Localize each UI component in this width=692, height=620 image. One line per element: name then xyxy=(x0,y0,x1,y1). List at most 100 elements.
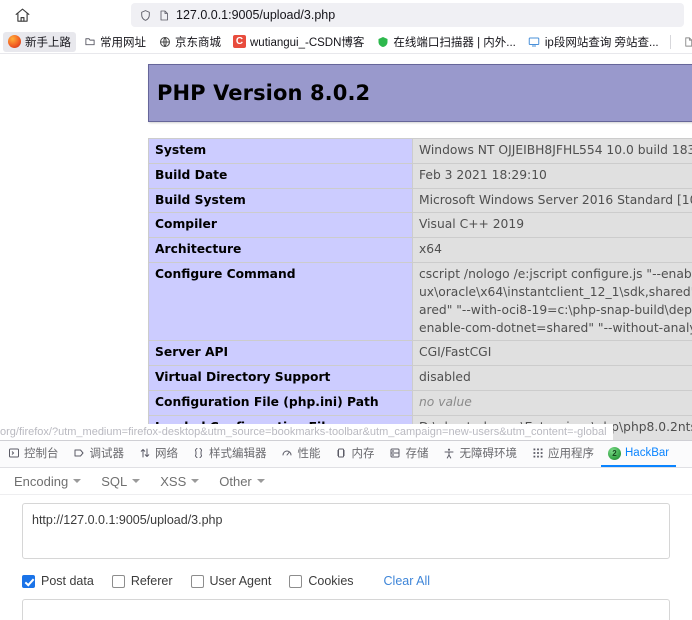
devtools-tab-console[interactable]: 控制台 xyxy=(0,441,66,467)
chevron-down-icon xyxy=(191,479,200,484)
php-version-banner: PHP Version 8.0.2 xyxy=(148,64,692,122)
hackbar-menu-label: Other xyxy=(219,473,252,489)
hackbar-option-label: Referer xyxy=(130,574,173,588)
bookmarks-toolbar: 新手上路 常用网址 京东商城 C wutiangui_-CSDN博客 在线端口扫… xyxy=(0,30,692,54)
bookmark-item-0[interactable]: 新手上路 xyxy=(3,31,76,52)
hackbar-url-row xyxy=(0,495,692,564)
table-cell-key: Build Date xyxy=(148,162,413,189)
bookmark-item-2[interactable]: 京东商城 xyxy=(153,32,226,52)
php-version-title: PHP Version 8.0.2 xyxy=(157,81,371,105)
bookmark-item-6[interactable]: 同IP网站查询,C段 xyxy=(677,32,692,52)
table-cell-value: no value xyxy=(412,390,692,416)
hackbar-option-post-data[interactable]: Post data xyxy=(22,574,94,588)
hackbar-menu-encoding[interactable]: Encoding xyxy=(4,470,91,493)
hackbar-options-row: Post data Referer User Agent Cookies Clear A… xyxy=(0,564,692,588)
performance-icon xyxy=(281,447,294,460)
hackbar-menu-label: XSS xyxy=(160,473,187,489)
bookmark-item-5[interactable]: ip段网站查询 旁站查... xyxy=(523,32,664,52)
shield-green-icon xyxy=(376,35,389,48)
browser-chrome: 127.0.0.1:9005/upload/3.php 新手上路 常用网址 京东… xyxy=(0,0,692,54)
table-cell-value: cscript /nologo /e:jscript configure.js … xyxy=(412,262,692,342)
hackbar-option-cookies[interactable]: Cookies xyxy=(289,574,354,588)
bookmark-item-1[interactable]: 常用网址 xyxy=(78,32,151,52)
hackbar-menu-other[interactable]: Other xyxy=(209,470,275,493)
memory-icon xyxy=(335,447,348,460)
hackbar-menu-sql[interactable]: SQL xyxy=(91,470,150,493)
hackbar-postdata-input[interactable] xyxy=(22,599,670,620)
phpinfo-table: System Windows NT OJJEIBH8JFHL554 10.0 bu… xyxy=(148,138,692,440)
devtools-tab-network[interactable]: 网络 xyxy=(131,441,185,467)
hackbar-postdata-row xyxy=(0,588,692,620)
table-cell-value: Windows NT OJJEIBH8JFHL554 10.0 build 18… xyxy=(412,138,692,164)
checkbox[interactable] xyxy=(190,574,204,588)
table-cell-key: System xyxy=(148,138,413,164)
document-icon xyxy=(682,35,692,48)
network-icon xyxy=(138,447,151,460)
devtools-tab-label: 控制台 xyxy=(24,448,59,461)
table-cell-key: Architecture xyxy=(148,237,413,264)
shield-icon[interactable] xyxy=(139,9,152,22)
bookmark-separator xyxy=(669,34,671,49)
address-bar[interactable]: 127.0.0.1:9005/upload/3.php xyxy=(131,3,684,27)
debugger-icon xyxy=(73,447,86,460)
checkbox[interactable] xyxy=(22,574,35,588)
devtools-tab-label: 网络 xyxy=(155,448,178,461)
hackbar-option-user-agent[interactable]: User Agent xyxy=(190,574,272,588)
table-row: Configure Command cscript /nologo /e:jscr… xyxy=(148,262,692,342)
table-cell-value: Visual C++ 2019 xyxy=(412,212,692,239)
devtools-tab-label: 性能 xyxy=(297,448,321,461)
devtools-tab-label: HackBar xyxy=(625,447,670,460)
hackbar-icon xyxy=(608,446,621,460)
devtools-tab-hackbar[interactable]: HackBar xyxy=(601,441,677,468)
checkbox[interactable] xyxy=(289,574,303,588)
checkbox[interactable] xyxy=(111,574,125,588)
page-icon[interactable] xyxy=(158,9,170,22)
hackbar-url-input[interactable] xyxy=(22,503,670,559)
accessibility-icon xyxy=(443,447,456,460)
table-cell-key: Build System xyxy=(148,187,413,214)
hackbar-menu-label: Encoding xyxy=(14,473,69,489)
table-cell-value: Feb 3 2021 18:29:10 xyxy=(412,162,692,189)
table-cell-value: Microsoft Windows Server 2016 Standard [… xyxy=(412,187,692,214)
application-icon xyxy=(531,447,544,460)
hackbar-menu-xss[interactable]: XSS xyxy=(150,470,209,493)
chevron-down-icon xyxy=(132,479,141,484)
table-cell-value: x64 xyxy=(412,237,692,264)
devtools-tab-label: 存储 xyxy=(405,448,429,461)
table-row: Virtual Directory Support disabled xyxy=(148,365,692,392)
devtools-tab-label: 无障碍环境 xyxy=(459,448,518,461)
devtools-tab-application[interactable]: 应用程序 xyxy=(524,441,601,467)
clear-all-button[interactable]: Clear All xyxy=(384,574,431,588)
bookmark-label: 新手上路 xyxy=(25,36,71,49)
devtools-tab-memory[interactable]: 内存 xyxy=(328,441,382,467)
bookmark-item-3[interactable]: C wutiangui_-CSDN博客 xyxy=(228,32,369,52)
monitor-icon xyxy=(528,35,541,48)
table-row: System Windows NT OJJEIBH8JFHL554 10.0 bu… xyxy=(148,138,692,164)
devtools-tab-label: 内存 xyxy=(351,448,375,461)
hackbar-menu-label: SQL xyxy=(101,473,128,489)
devtools-tab-label: 调试器 xyxy=(89,448,125,461)
hackbar-option-label: User Agent xyxy=(209,574,272,588)
home-button[interactable] xyxy=(8,3,36,27)
devtools-tab-storage[interactable]: 存储 xyxy=(382,441,436,467)
folder-icon xyxy=(83,35,96,48)
table-row: Compiler Visual C++ 2019 xyxy=(148,212,692,239)
devtools-tab-debugger[interactable]: 调试器 xyxy=(66,441,132,467)
firefox-icon xyxy=(8,35,21,48)
table-row: Build Date Feb 3 2021 18:29:10 xyxy=(148,162,692,189)
table-cell-key: Server API xyxy=(148,340,413,367)
table-cell-key: Compiler xyxy=(148,212,413,239)
devtools-tab-style-editor[interactable]: 样式编辑器 xyxy=(185,441,274,467)
bookmark-label: 在线端口扫描器 | 内外... xyxy=(393,36,516,49)
hackbar-option-referer[interactable]: Referer xyxy=(111,574,173,588)
devtools-tab-performance[interactable]: 性能 xyxy=(274,441,328,467)
table-cell-value: D:\phpstudy_pro\Extensions\php\php8.0.2n… xyxy=(412,414,692,440)
csdn-c-icon: C xyxy=(233,35,246,48)
globe-icon xyxy=(158,35,171,48)
bookmark-item-4[interactable]: 在线端口扫描器 | 内外... xyxy=(371,32,520,52)
devtools-tab-accessibility[interactable]: 无障碍环境 xyxy=(436,441,525,467)
table-cell-key: Loaded Configuration File xyxy=(148,414,413,440)
table-cell-key: Configure Command xyxy=(148,262,413,342)
table-row: Server API CGI/FastCGI xyxy=(148,340,692,367)
table-row: Loaded Configuration File D:\phpstudy_pro… xyxy=(148,414,692,440)
